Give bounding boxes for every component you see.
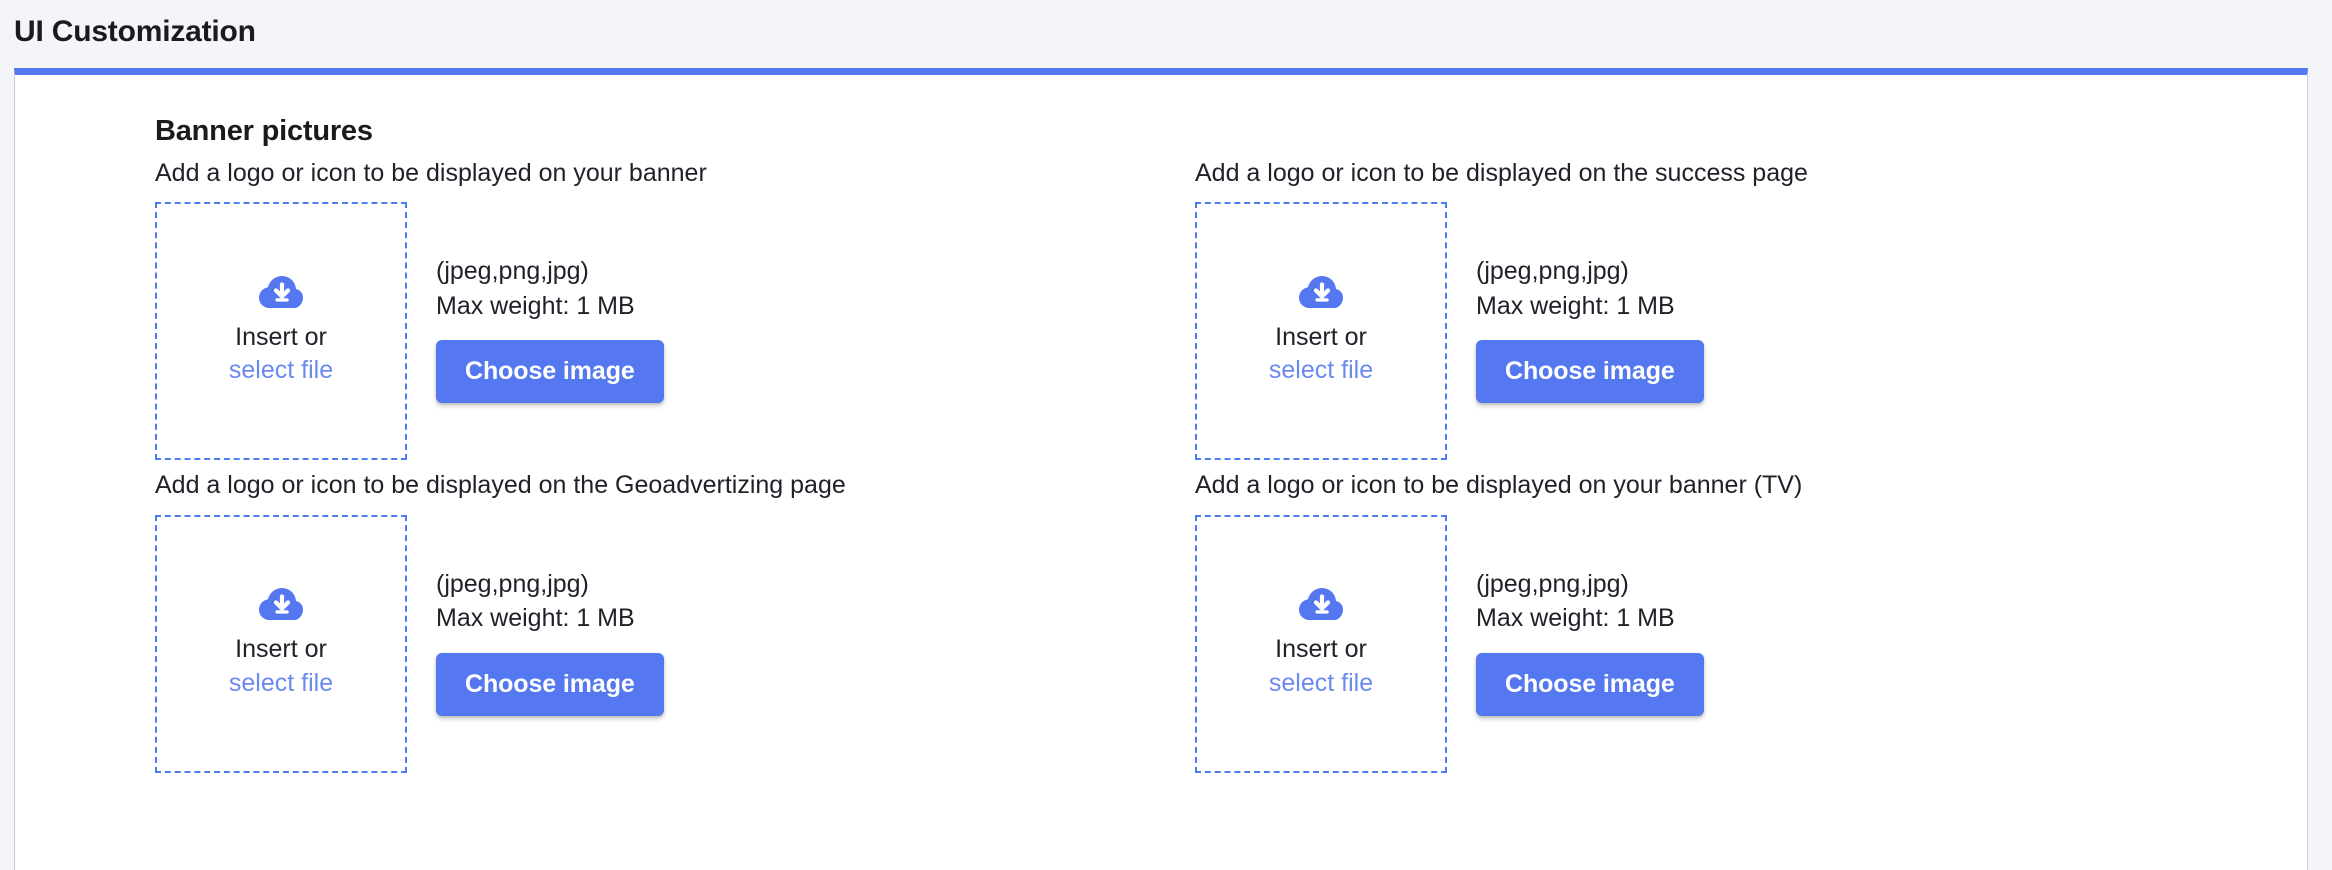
uploader-banner-tv: Add a logo or icon to be displayed on yo… bbox=[1195, 470, 2235, 782]
uploaders-grid: Add a logo or icon to be displayed on yo… bbox=[155, 158, 2307, 783]
uploader-label: Add a logo or icon to be displayed on th… bbox=[155, 470, 1195, 501]
uploader-meta: (jpeg,png,jpg) Max weight: 1 MB Choose i… bbox=[1476, 202, 1704, 403]
ui-customization-card: Banner pictures Add a logo or icon to be… bbox=[14, 68, 2308, 870]
max-weight: Max weight: 1 MB bbox=[1476, 289, 1704, 324]
accepted-formats: (jpeg,png,jpg) bbox=[436, 567, 664, 602]
cloud-download-icon bbox=[258, 587, 304, 623]
page-header: UI Customization bbox=[0, 0, 2332, 68]
accepted-formats: (jpeg,png,jpg) bbox=[436, 254, 664, 289]
dropzone-text: Insert or bbox=[1275, 321, 1367, 355]
accepted-formats: (jpeg,png,jpg) bbox=[1476, 567, 1704, 602]
dropzone-text: Insert or bbox=[235, 633, 327, 667]
uploader-meta: (jpeg,png,jpg) Max weight: 1 MB Choose i… bbox=[1476, 515, 1704, 716]
file-dropzone[interactable]: Insert or select file bbox=[1195, 515, 1447, 773]
uploader-banner: Add a logo or icon to be displayed on yo… bbox=[155, 158, 1195, 470]
choose-image-button[interactable]: Choose image bbox=[436, 653, 664, 716]
uploader-label: Add a logo or icon to be displayed on th… bbox=[1195, 158, 2235, 189]
uploader-row: Insert or select file (jpeg,png,jpg) Max… bbox=[1195, 202, 2235, 460]
cloud-download-icon bbox=[1298, 275, 1344, 311]
cloud-download-icon bbox=[258, 275, 304, 311]
dropzone-text: Insert or bbox=[235, 321, 327, 355]
choose-image-button[interactable]: Choose image bbox=[1476, 653, 1704, 716]
dropzone-text: Insert or bbox=[1275, 633, 1367, 667]
file-dropzone[interactable]: Insert or select file bbox=[155, 202, 407, 460]
file-dropzone[interactable]: Insert or select file bbox=[1195, 202, 1447, 460]
cloud-download-icon bbox=[1298, 587, 1344, 623]
uploader-geoadvertizing-page: Add a logo or icon to be displayed on th… bbox=[155, 470, 1195, 782]
select-file-link[interactable]: select file bbox=[1269, 354, 1373, 388]
uploader-row: Insert or select file (jpeg,png,jpg) Max… bbox=[1195, 515, 2235, 773]
max-weight: Max weight: 1 MB bbox=[436, 601, 664, 636]
uploader-label: Add a logo or icon to be displayed on yo… bbox=[155, 158, 1195, 189]
uploader-meta: (jpeg,png,jpg) Max weight: 1 MB Choose i… bbox=[436, 202, 664, 403]
page-title: UI Customization bbox=[14, 14, 2332, 50]
banner-pictures-section: Banner pictures Add a logo or icon to be… bbox=[15, 75, 2307, 783]
uploader-success-page: Add a logo or icon to be displayed on th… bbox=[1195, 158, 2235, 470]
uploader-row: Insert or select file (jpeg,png,jpg) Max… bbox=[155, 202, 1195, 460]
select-file-link[interactable]: select file bbox=[229, 667, 333, 701]
uploader-row: Insert or select file (jpeg,png,jpg) Max… bbox=[155, 515, 1195, 773]
uploader-label: Add a logo or icon to be displayed on yo… bbox=[1195, 470, 2235, 501]
max-weight: Max weight: 1 MB bbox=[1476, 601, 1704, 636]
select-file-link[interactable]: select file bbox=[1269, 667, 1373, 701]
accepted-formats: (jpeg,png,jpg) bbox=[1476, 254, 1704, 289]
section-title: Banner pictures bbox=[155, 115, 2307, 148]
select-file-link[interactable]: select file bbox=[229, 354, 333, 388]
uploader-meta: (jpeg,png,jpg) Max weight: 1 MB Choose i… bbox=[436, 515, 664, 716]
file-dropzone[interactable]: Insert or select file bbox=[155, 515, 407, 773]
choose-image-button[interactable]: Choose image bbox=[436, 340, 664, 403]
choose-image-button[interactable]: Choose image bbox=[1476, 340, 1704, 403]
max-weight: Max weight: 1 MB bbox=[436, 289, 664, 324]
